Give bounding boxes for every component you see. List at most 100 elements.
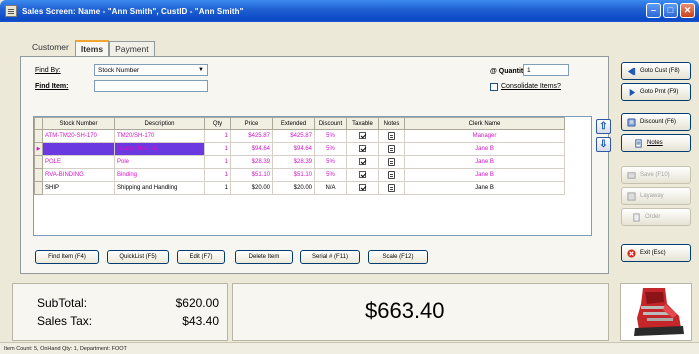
cell-price[interactable]: $94.64: [230, 142, 273, 156]
cell-notes[interactable]: [378, 168, 405, 182]
quicklist-button[interactable]: QuickList (F5): [107, 250, 169, 264]
taxable-checkbox[interactable]: [359, 158, 366, 166]
row-indicator[interactable]: [34, 168, 43, 182]
cell-clerk-name[interactable]: Manager: [404, 129, 565, 143]
cell-discount[interactable]: 5%: [314, 129, 347, 143]
notes-button[interactable]: Notes: [621, 134, 691, 152]
tab-customer[interactable]: Customer: [26, 39, 75, 56]
cell-clerk-name[interactable]: Jane B: [404, 168, 565, 182]
cell-notes[interactable]: [378, 181, 405, 195]
edit-button[interactable]: Edit (F7): [177, 250, 225, 264]
cell-discount[interactable]: 5%: [314, 168, 347, 182]
row-indicator[interactable]: ▶: [34, 142, 43, 156]
delete-item-button[interactable]: Delete Item: [235, 250, 293, 264]
cell-taxable[interactable]: [346, 155, 379, 169]
cell-qty[interactable]: 1: [204, 168, 231, 182]
cell-notes[interactable]: [378, 129, 405, 143]
cell-clerk-name[interactable]: Jane B: [404, 181, 565, 195]
consolidate-checkbox[interactable]: [490, 83, 498, 91]
notes-icon[interactable]: [388, 132, 395, 140]
goto-cust-button[interactable]: Goto Cust (F8): [621, 62, 691, 80]
cell-description[interactable]: TM20/SH-170: [114, 129, 205, 143]
find-by-select[interactable]: Stock Number ▼: [94, 64, 208, 76]
cell-description[interactable]: Pole: [114, 155, 205, 169]
row-indicator[interactable]: [34, 155, 43, 169]
cell-price[interactable]: $20.00: [230, 181, 273, 195]
cell-qty[interactable]: 1: [204, 129, 231, 143]
layaway-button[interactable]: Layaway: [621, 187, 691, 205]
col-price[interactable]: Price: [230, 117, 273, 130]
notes-icon[interactable]: [388, 171, 395, 179]
table-row[interactable]: POLE Pole 1 $28.39 $28.39 5% Jane B: [34, 155, 565, 169]
col-qty[interactable]: Qty: [204, 117, 231, 130]
table-row[interactable]: ATM-TM20-SH-170 TM20/SH-170 1 $425.87 $425.8…: [34, 129, 565, 143]
cell-extended[interactable]: $51.10: [272, 168, 315, 182]
chevron-down-icon[interactable]: ▼: [195, 65, 207, 75]
col-notes[interactable]: Notes: [378, 117, 405, 130]
cell-extended[interactable]: $20.00: [272, 181, 315, 195]
cell-description[interactable]: Binding: [114, 168, 205, 182]
col-taxable[interactable]: Taxable: [346, 117, 379, 130]
cell-price[interactable]: $51.10: [230, 168, 273, 182]
col-description[interactable]: Description: [114, 117, 205, 130]
cell-notes[interactable]: [378, 142, 405, 156]
cell-description[interactable]: Scarpa Boot 32: [114, 142, 205, 156]
row-indicator[interactable]: [34, 129, 43, 143]
goto-prnt-button[interactable]: Goto Prnt (F9): [621, 83, 691, 101]
minimize-icon[interactable]: –: [646, 3, 661, 18]
close-icon[interactable]: ✕: [680, 3, 695, 18]
table-row[interactable]: ▶ Scarpa Boot 32 1 $94.64 $94.64 5% Jane B: [34, 142, 565, 156]
items-grid[interactable]: Stock Number Description Qty Price Exten…: [33, 116, 592, 236]
find-item-button[interactable]: Find Item (F4): [35, 250, 99, 264]
cell-taxable[interactable]: [346, 142, 379, 156]
cell-qty[interactable]: 1: [204, 155, 231, 169]
order-button[interactable]: Order: [621, 208, 691, 226]
cell-stock-number[interactable]: ATM-TM20-SH-170: [42, 129, 115, 143]
cell-stock-number[interactable]: SHIP: [42, 181, 115, 195]
taxable-checkbox[interactable]: [359, 184, 366, 192]
col-clerk-name[interactable]: Clerk Name: [404, 117, 565, 130]
col-stock-number[interactable]: Stock Number: [42, 117, 115, 130]
scale-button[interactable]: Scale (F12): [368, 250, 428, 264]
tab-items[interactable]: Items: [74, 40, 110, 57]
taxable-checkbox[interactable]: [359, 132, 366, 140]
maximize-icon[interactable]: □: [663, 3, 678, 18]
notes-icon[interactable]: [388, 145, 395, 153]
cell-qty[interactable]: 1: [204, 181, 231, 195]
table-row[interactable]: SHIP Shipping and Handling 1 $20.00 $20.00 N/…: [34, 181, 565, 195]
cell-stock-number[interactable]: RVA-BINDING: [42, 168, 115, 182]
cell-extended[interactable]: $94.64: [272, 142, 315, 156]
cell-price[interactable]: $28.39: [230, 155, 273, 169]
quantity-input[interactable]: 1: [523, 64, 569, 76]
cell-discount[interactable]: N/A: [314, 181, 347, 195]
cell-taxable[interactable]: [346, 181, 379, 195]
move-down-button[interactable]: ⇩: [596, 137, 611, 152]
col-extended[interactable]: Extended: [272, 117, 315, 130]
cell-qty[interactable]: 1: [204, 142, 231, 156]
cell-taxable[interactable]: [346, 168, 379, 182]
cell-discount[interactable]: 5%: [314, 155, 347, 169]
move-up-button[interactable]: ⇧: [596, 119, 611, 134]
exit-button[interactable]: Exit (Esc): [621, 244, 691, 262]
cell-discount[interactable]: 5%: [314, 142, 347, 156]
table-row[interactable]: RVA-BINDING Binding 1 $51.10 $51.10 5% Jane B: [34, 168, 565, 182]
save-button[interactable]: Save (F10): [621, 166, 691, 184]
cell-stock-number[interactable]: POLE: [42, 155, 115, 169]
find-item-input[interactable]: [94, 80, 208, 92]
cell-clerk-name[interactable]: Jane B: [404, 142, 565, 156]
notes-icon[interactable]: [388, 158, 395, 166]
cell-clerk-name[interactable]: Jane B: [404, 155, 565, 169]
cell-stock-number[interactable]: [42, 142, 115, 156]
row-indicator[interactable]: [34, 181, 43, 195]
cell-extended[interactable]: $28.39: [272, 155, 315, 169]
cell-price[interactable]: $425.87: [230, 129, 273, 143]
notes-icon[interactable]: [388, 184, 395, 192]
cell-taxable[interactable]: [346, 129, 379, 143]
serial-button[interactable]: Serial # (F11): [300, 250, 360, 264]
cell-notes[interactable]: [378, 155, 405, 169]
taxable-checkbox[interactable]: [359, 145, 366, 153]
title-bar[interactable]: Sales Screen: Name - "Ann Smith", CustID…: [0, 0, 699, 22]
cell-description[interactable]: Shipping and Handling: [114, 181, 205, 195]
cell-extended[interactable]: $425.87: [272, 129, 315, 143]
col-discount[interactable]: Discount: [314, 117, 347, 130]
